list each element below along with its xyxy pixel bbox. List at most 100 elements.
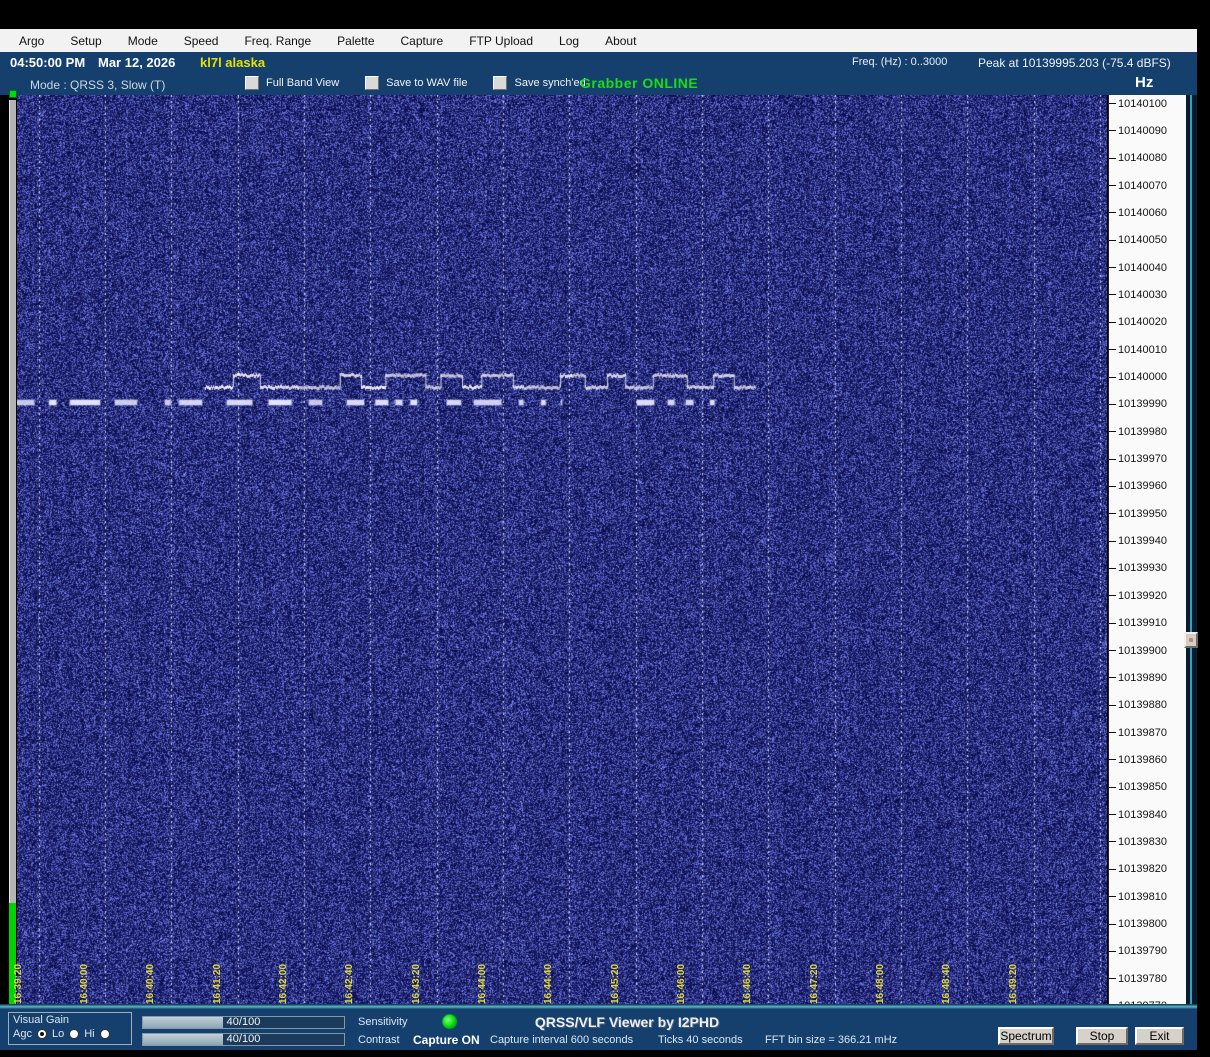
time-axis-label: 16:48:00 [875,964,886,1004]
freq-tick-icon [1109,103,1116,104]
freq-tick-icon [1109,705,1116,706]
freq-label: 10139820 [1118,863,1167,875]
freq-label: 10139920 [1118,590,1167,602]
checkbox-option[interactable]: Save synch'ed [493,76,585,90]
freq-label: 10139890 [1118,672,1167,684]
freq-scale-row: 10139930 [1109,562,1167,575]
menu-item[interactable]: Mode [115,34,171,48]
time-axis-label: 16:39:20 [13,964,24,1004]
time-axis-label: 16:42:40 [344,964,355,1004]
visual-gain-group: Visual Gain Agc Lo Hi [8,1012,132,1045]
freq-tick-icon [1109,951,1116,952]
waterfall-display[interactable] [17,95,1107,1008]
freq-scale-row: 10140080 [1109,152,1167,165]
title-bar: 04:50:00 PM Mar 12, 2026 kl7l alaska Fre… [0,52,1197,72]
grabber-status: Grabber ONLINE [580,75,698,91]
freq-scale-row: 10139860 [1109,753,1167,766]
sensitivity-value: 40/100 [143,1017,344,1028]
sensitivity-label: Sensitivity [358,1016,408,1028]
freq-label: 10139910 [1118,617,1167,629]
freq-label: 10139990 [1118,398,1167,410]
freq-scale-row: 10140030 [1109,288,1167,301]
freq-tick-icon [1109,322,1116,323]
capture-progress-track [9,100,16,903]
freq-label: 10139880 [1118,699,1167,711]
checkbox-box-icon[interactable] [365,76,379,90]
agc-radio[interactable] [37,1029,47,1039]
menu-item[interactable]: Log [546,34,592,48]
freq-tick-icon [1109,459,1116,460]
lo-radio-label: Lo [52,1028,64,1040]
checkbox-option[interactable]: Save to WAV file [365,76,467,90]
frequency-slider-track[interactable] [1186,95,1197,1008]
capture-led-icon [442,1014,457,1029]
menu-item[interactable]: Argo [6,34,57,48]
freq-scale-row: 10139870 [1109,726,1167,739]
time-axis-label: 16:40:40 [145,964,156,1004]
freq-label: 10139860 [1118,754,1167,766]
freq-scale-row: 10140020 [1109,316,1167,329]
freq-tick-icon [1109,841,1116,842]
slider-track-line [1190,95,1192,1008]
freq-tick-icon [1109,185,1116,186]
freq-tick-icon [1109,267,1116,268]
contrast-slider[interactable]: 40/100 [142,1033,345,1046]
time-axis-label: 16:41:20 [212,964,223,1004]
sensitivity-slider[interactable]: 40/100 [142,1016,345,1029]
freq-label: 10140040 [1118,262,1167,274]
menu-item[interactable]: Palette [324,34,387,48]
spectrum-button[interactable]: Spectrum [998,1027,1054,1045]
freq-scale-row: 10139990 [1109,398,1167,411]
checkbox-box-icon[interactable] [493,76,507,90]
freq-tick-icon [1109,486,1116,487]
freq-scale-row: 10139850 [1109,781,1167,794]
freq-scale-row: 10140090 [1109,124,1167,137]
menu-item[interactable]: Capture [388,34,457,48]
freq-scale-row: 10139980 [1109,425,1167,438]
freq-tick-icon [1109,677,1116,678]
checkbox-option[interactable]: Full Band View [245,76,339,90]
freq-tick-icon [1109,130,1116,131]
freq-label: 10139850 [1118,781,1167,793]
freq-label: 10140090 [1118,125,1167,137]
time-axis-label: 16:46:40 [742,964,753,1004]
lo-radio[interactable] [69,1029,79,1039]
capture-interval-label: Capture interval 600 seconds [490,1034,633,1046]
menu-item[interactable]: About [592,34,649,48]
freq-tick-icon [1109,595,1116,596]
menu-item[interactable]: Speed [171,34,232,48]
menu-item[interactable]: FTP Upload [456,34,546,48]
time-axis-label: 16:44:40 [543,964,554,1004]
freq-label: 10139800 [1118,918,1167,930]
frequency-slider-thumb[interactable] [1184,632,1198,648]
callsign-label: kl7l alaska [200,55,265,70]
clock-time: 04:50:00 PM [10,55,85,70]
status-bar: Visual Gain Agc Lo Hi 40/100 40/100 Sens… [0,1009,1197,1050]
time-axis-label: 16:44:00 [477,964,488,1004]
app-title: QRSS/VLF Viewer by I2PHD [477,1014,777,1030]
freq-scale-row: 10139960 [1109,480,1167,493]
stop-button[interactable]: Stop [1076,1027,1128,1045]
time-axis-label: 16:47:20 [809,964,820,1004]
fft-bin-label: FFT bin size = 366.21 mHz [765,1034,897,1046]
freq-range-readout: Freq. (Hz) : 0..3000 [852,56,947,68]
menu-item[interactable]: Setup [57,34,114,48]
freq-label: 10140010 [1118,344,1167,356]
freq-tick-icon [1109,978,1116,979]
mode-label: Mode : QRSS 3, Slow (T) [30,78,165,92]
freq-label: 10139870 [1118,727,1167,739]
checkbox-label: Full Band View [266,77,339,89]
menu-item[interactable]: Freq. Range [231,34,324,48]
freq-label: 10140070 [1118,180,1167,192]
freq-scale-row: 10140100 [1109,97,1167,110]
freq-tick-icon [1109,541,1116,542]
freq-scale-row: 10139920 [1109,589,1167,602]
checkbox-box-icon[interactable] [245,76,259,90]
freq-scale-row: 10139900 [1109,644,1167,657]
freq-scale-row: 10139840 [1109,808,1167,821]
exit-button[interactable]: Exit [1135,1027,1184,1045]
freq-tick-icon [1109,924,1116,925]
freq-tick-icon [1109,568,1116,569]
hi-radio[interactable] [100,1029,110,1039]
mode-bar: Mode : QRSS 3, Slow (T) Full Band View S… [0,72,1197,95]
